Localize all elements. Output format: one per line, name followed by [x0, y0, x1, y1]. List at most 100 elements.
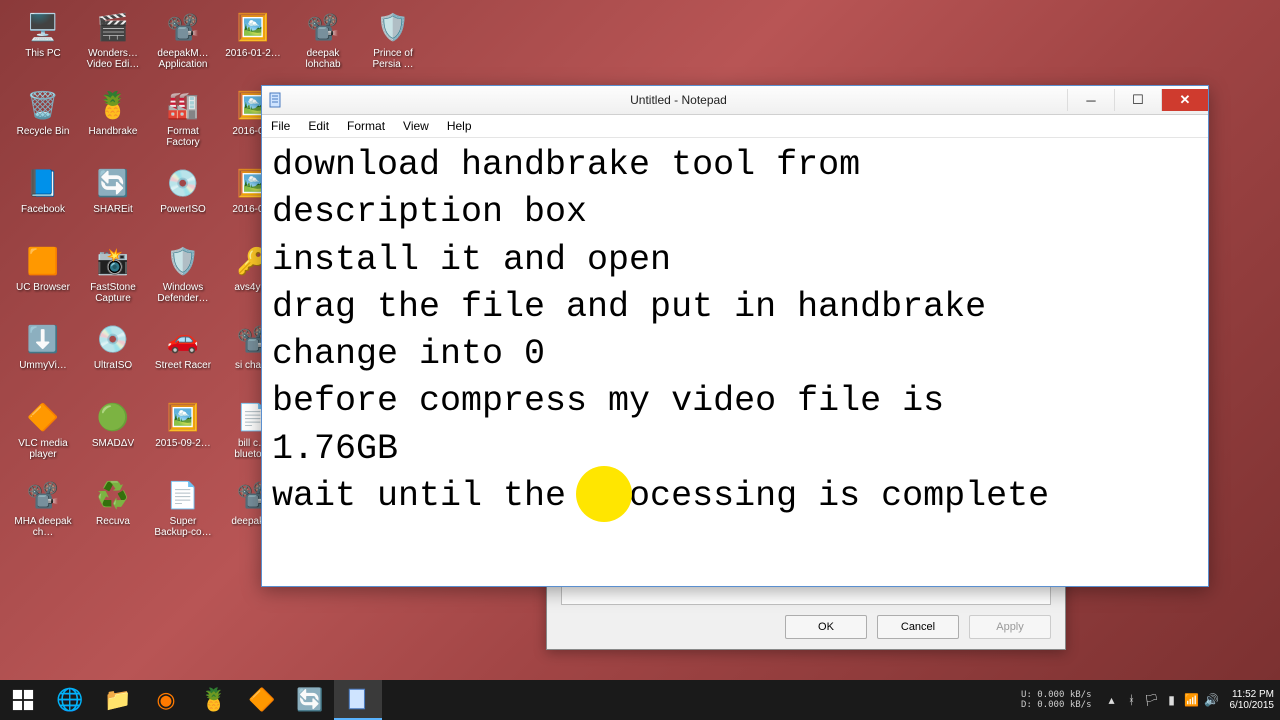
- menu-item-edit[interactable]: Edit: [299, 117, 338, 135]
- desktop-icon-label: Super Backup-co…: [150, 516, 216, 538]
- taskbar-clock[interactable]: 11:52 PM 6/10/2015: [1230, 689, 1275, 711]
- bluetooth-icon[interactable]: ᚼ: [1124, 692, 1140, 708]
- desktop-icon[interactable]: 🍍 Handbrake: [78, 84, 148, 162]
- desktop-icon-glyph: 📘: [24, 164, 62, 202]
- desktop-icon-label: Handbrake: [89, 126, 138, 137]
- menu-bar: FileEditFormatViewHelp: [262, 115, 1208, 138]
- desktop-icon[interactable]: 🚗 Street Racer: [148, 318, 218, 396]
- desktop-icon-glyph: 📸: [94, 242, 132, 280]
- taskbar-app-explorer[interactable]: 📁: [94, 680, 142, 720]
- desktop-icon[interactable]: 🟧 UC Browser: [8, 240, 78, 318]
- notepad-window: Untitled - Notepad ─ ☐ ✕ FileEditFormatV…: [261, 85, 1209, 587]
- desktop-icon[interactable]: 🖥️ This PC: [8, 6, 78, 84]
- desktop-icon[interactable]: 📽️deepakM… Application: [148, 6, 218, 84]
- desktop-icon[interactable]: 🔄SHAREit: [78, 162, 148, 240]
- desktop-icon-glyph: 🟢: [94, 398, 132, 436]
- desktop-icon[interactable]: 🗑️Recycle Bin: [8, 84, 78, 162]
- menu-item-view[interactable]: View: [394, 117, 438, 135]
- menu-item-format[interactable]: Format: [338, 117, 394, 135]
- desktop-icon-label: PowerISO: [160, 204, 206, 215]
- cancel-button[interactable]: Cancel: [877, 615, 959, 639]
- desktop-icon[interactable]: 🛡️Windows Defender…: [148, 240, 218, 318]
- window-title: Untitled - Notepad: [290, 93, 1067, 107]
- desktop-icon-label: Format Factory: [150, 126, 216, 148]
- desktop-icon-label: VLC media player: [10, 438, 76, 460]
- start-button[interactable]: [0, 680, 46, 720]
- desktop-icon-label: 2015-09-2…: [155, 438, 211, 449]
- desktop-icon[interactable]: 📄Super Backup-co…: [148, 474, 218, 552]
- desktop-icon-glyph: 📽️: [164, 8, 202, 46]
- desktop-icon-glyph: 🏭: [164, 86, 202, 124]
- desktop-icon-label: This PC: [25, 48, 61, 59]
- desktop-icon[interactable]: 💿 PowerISO: [148, 162, 218, 240]
- desktop-icon-label: SMADΔV: [92, 438, 134, 449]
- taskbar: 🌐 📁 ◉ 🍍 🔶 🔄 U: 0.000 kB/s D: 0.000 kB/s …: [0, 680, 1280, 720]
- desktop-icon-label: FastStone Capture: [80, 282, 146, 304]
- volume-icon[interactable]: 🔊: [1204, 692, 1220, 708]
- desktop-icon[interactable]: 🖼️2015-09-2…: [148, 396, 218, 474]
- cursor-highlight-icon: [576, 466, 632, 522]
- action-center-icon[interactable]: 🏳: [1144, 692, 1160, 708]
- taskbar-app-notepad[interactable]: [334, 680, 382, 720]
- desktop-icon-glyph: 📄: [164, 476, 202, 514]
- desktop-icon-glyph: 🎬: [94, 8, 132, 46]
- desktop-icon-glyph: 🍍: [94, 86, 132, 124]
- desktop-icon-label: deepakM… Application: [150, 48, 216, 70]
- desktop-icon-glyph: 🔶: [24, 398, 62, 436]
- desktop-icon-label: 2016-01-2…: [225, 48, 281, 59]
- taskbar-app-handbrake[interactable]: 🍍: [190, 680, 238, 720]
- desktop-icon-glyph: 🖥️: [24, 8, 62, 46]
- desktop-icon-glyph: 🛡️: [374, 8, 412, 46]
- menu-item-file[interactable]: File: [262, 117, 299, 135]
- desktop-icon-label: Wonders… Video Edi…: [80, 48, 146, 70]
- desktop-icon-glyph: 💿: [94, 320, 132, 358]
- taskbar-app-shareit[interactable]: 🔄: [286, 680, 334, 720]
- taskbar-app-vlc[interactable]: 🔶: [238, 680, 286, 720]
- notepad-text-area[interactable]: download handbrake tool from description…: [262, 138, 1208, 586]
- desktop-icon-glyph: 🟧: [24, 242, 62, 280]
- desktop-icon[interactable]: 🔶VLC media player: [8, 396, 78, 474]
- desktop-icon[interactable]: 📘 Facebook: [8, 162, 78, 240]
- tray-chevron-icon[interactable]: ▴: [1104, 692, 1120, 708]
- minimize-button[interactable]: ─: [1067, 89, 1114, 111]
- maximize-button[interactable]: ☐: [1114, 89, 1161, 111]
- taskbar-app-ie[interactable]: 🌐: [46, 680, 94, 720]
- desktop-icon-label: Windows Defender…: [150, 282, 216, 304]
- desktop-icon-glyph: ♻️: [94, 476, 132, 514]
- desktop-icon-glyph: 💿: [164, 164, 202, 202]
- desktop-icon-label: UltraISO: [94, 360, 132, 371]
- dialog-button-row: OK Cancel Apply: [561, 615, 1051, 639]
- desktop-icon-glyph: 🛡️: [164, 242, 202, 280]
- desktop-icon[interactable]: 📽️deepak lohchab: [288, 6, 358, 84]
- desktop-icon-label: Recuva: [96, 516, 130, 527]
- desktop-icon[interactable]: 🎬Wonders… Video Edi…: [78, 6, 148, 84]
- network-icon[interactable]: 📶: [1184, 692, 1200, 708]
- desktop-icon[interactable]: 🟢 SMADΔV: [78, 396, 148, 474]
- menu-item-help[interactable]: Help: [438, 117, 481, 135]
- desktop-icon-label: Recycle Bin: [17, 126, 70, 137]
- desktop-icon[interactable]: 📽️MHA deepak ch…: [8, 474, 78, 552]
- desktop-icon[interactable]: 🛡️Prince of Persia …: [358, 6, 428, 84]
- ok-button[interactable]: OK: [785, 615, 867, 639]
- desktop-icon[interactable]: 💿 UltraISO: [78, 318, 148, 396]
- desktop-icon-label: Street Racer: [155, 360, 211, 371]
- desktop-icon-glyph: 🚗: [164, 320, 202, 358]
- window-titlebar[interactable]: Untitled - Notepad ─ ☐ ✕: [262, 86, 1208, 115]
- desktop-icon-label: UC Browser: [16, 282, 70, 293]
- desktop-icon[interactable]: ♻️ Recuva: [78, 474, 148, 552]
- desktop-icon-label: MHA deepak ch…: [10, 516, 76, 538]
- desktop-icon[interactable]: 🖼️ 2016-01-2…: [218, 6, 288, 84]
- desktop-icon-label: deepak lohchab: [290, 48, 356, 70]
- close-button[interactable]: ✕: [1161, 89, 1208, 111]
- desktop-icon-label: SHAREit: [93, 204, 132, 215]
- desktop-icon-label: Facebook: [21, 204, 65, 215]
- taskbar-app-uc[interactable]: ◉: [142, 680, 190, 720]
- desktop-icon-glyph: 📽️: [304, 8, 342, 46]
- desktop-wallpaper[interactable]: 🖥️This PC🎬Wonders… Video Edi…📽️deepakM… …: [0, 0, 1280, 720]
- desktop-icon[interactable]: 🏭Format Factory: [148, 84, 218, 162]
- desktop-icon[interactable]: 📸FastStone Capture: [78, 240, 148, 318]
- desktop-icon-label: Prince of Persia …: [360, 48, 426, 70]
- desktop-icon[interactable]: ⬇️UmmyVi…: [8, 318, 78, 396]
- battery-icon[interactable]: ▮: [1164, 692, 1180, 708]
- desktop-icon-glyph: 🖼️: [234, 8, 272, 46]
